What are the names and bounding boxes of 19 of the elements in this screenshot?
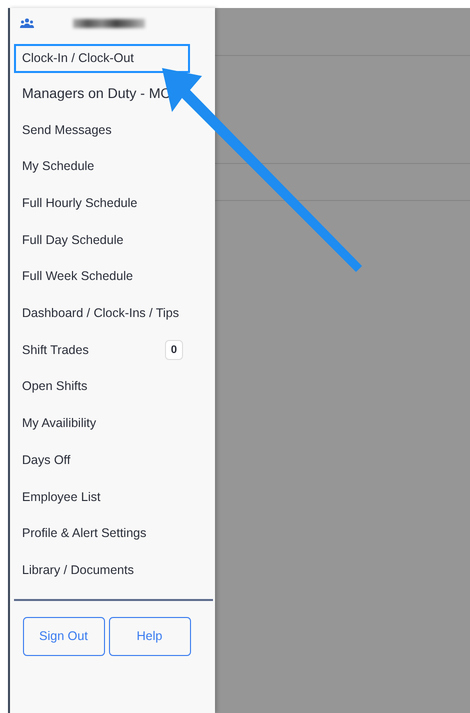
- menu-item[interactable]: Full Day Schedule: [14, 222, 215, 258]
- menu-item[interactable]: Profile & Alert Settings: [14, 515, 215, 552]
- menu-item[interactable]: Full Hourly Schedule: [14, 185, 215, 222]
- menu-item[interactable]: Clock-In / Clock-Out: [14, 44, 190, 73]
- menu-item[interactable]: My Schedule: [14, 148, 215, 186]
- redacted-name: [73, 18, 145, 28]
- menu-item[interactable]: Days Off: [14, 442, 215, 479]
- people-icon: [20, 18, 34, 28]
- footer-button[interactable]: Sign Out: [22, 616, 104, 656]
- menu-item[interactable]: Library / Documents: [14, 552, 215, 589]
- menu-item[interactable]: Employee List: [14, 478, 215, 516]
- menu-item[interactable]: Full Week Schedule: [14, 258, 215, 296]
- count-badge: 0: [164, 340, 183, 360]
- footer-button[interactable]: Help: [108, 616, 190, 656]
- menu-item[interactable]: Open Shifts: [14, 368, 215, 406]
- menu-item[interactable]: My Availibility: [14, 405, 215, 442]
- menu-item[interactable]: Send Messages: [14, 112, 215, 148]
- menu-item[interactable]: Shift Trades 0: [14, 332, 215, 368]
- menu-item[interactable]: Dashboard / Clock-Ins / Tips: [14, 295, 215, 332]
